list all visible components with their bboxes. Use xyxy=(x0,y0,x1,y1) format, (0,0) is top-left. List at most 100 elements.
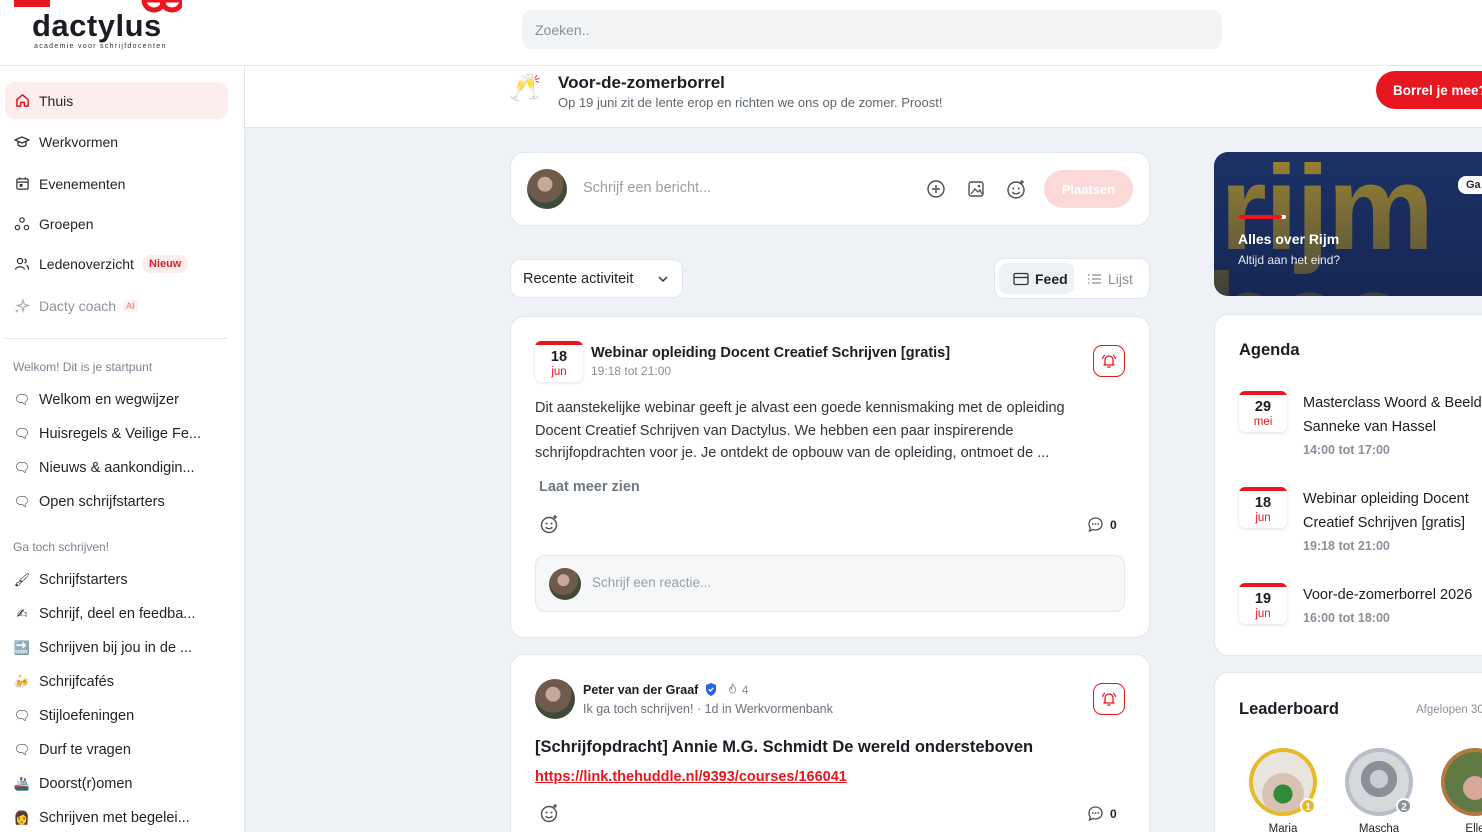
channel-durf-te-vragen[interactable]: 🗨 Durf te vragen xyxy=(13,738,131,762)
bell-icon xyxy=(1101,354,1117,368)
logo-wordmark: dactylus xyxy=(32,8,162,43)
sidebar-item-dacty-coach[interactable]: Dacty coach AI xyxy=(5,287,228,324)
post-composer: Schrijf een bericht... Plaatsen xyxy=(510,152,1150,226)
progress-bar xyxy=(1238,215,1286,219)
featured-course-card[interactable]: rijm bee Ga Alles over Rijm Altijd aan h… xyxy=(1214,152,1482,296)
hero-subtitle: Altijd aan het eind? xyxy=(1238,253,1341,267)
post-title[interactable]: [Schrijfopdracht] Annie M.G. Schmidt De … xyxy=(535,738,1033,757)
agenda-month: jun xyxy=(1255,608,1271,620)
channel-label: Huisregels & Veilige Fe... xyxy=(39,426,201,442)
agenda-item-time: 19:18 tot 21:00 xyxy=(1303,539,1390,553)
feed-view-button[interactable]: Feed xyxy=(999,263,1074,294)
event-post-card: 18 jun Webinar opleiding Docent Creatief… xyxy=(510,316,1150,638)
channel-schrijven-bij-jou[interactable]: 🔜 Schrijven bij jou in de ... xyxy=(13,636,192,660)
leaderboard-name: Mascha xyxy=(1358,823,1400,832)
comment-count: 0 xyxy=(1110,806,1117,821)
channel-huisregels[interactable]: 🗨 Huisregels & Veilige Fe... xyxy=(13,422,201,446)
speech-bubble-icon: 🗨 xyxy=(13,494,31,510)
leaderboard-title: Leaderboard xyxy=(1239,700,1339,718)
channel-label: Schrijfstarters xyxy=(39,572,128,588)
channel-welkom-en-wegwijzer[interactable]: 🗨 Welkom en wegwijzer xyxy=(13,388,179,412)
sidebar-item-thuis[interactable]: Thuis xyxy=(5,82,228,119)
channel-schrijfstarters[interactable]: 🖌 Schrijfstarters xyxy=(13,568,128,592)
rank-badge: 1 xyxy=(1300,798,1316,814)
sidebar-item-label: Groepen xyxy=(39,215,94,232)
agenda-day: 19 xyxy=(1254,591,1272,607)
emoji-icon[interactable] xyxy=(1005,178,1027,200)
hero-title: Alles over Rijm xyxy=(1238,231,1340,247)
image-icon[interactable] xyxy=(965,178,987,200)
leaderboard-avatar[interactable] xyxy=(1441,748,1482,816)
author-name[interactable]: Peter van der Graaf xyxy=(583,683,698,697)
composer-input[interactable]: Schrijf een bericht... xyxy=(583,180,711,196)
comment-count: 0 xyxy=(1110,517,1117,532)
sidebar-item-groepen[interactable]: Groepen xyxy=(5,205,228,242)
post-link[interactable]: https://link.thehuddle.nl/9393/courses/1… xyxy=(535,769,847,785)
hero-chip[interactable]: Ga xyxy=(1458,176,1482,194)
sidebar-item-evenementen[interactable]: Evenementen xyxy=(5,165,228,202)
channel-label: Stijloefeningen xyxy=(39,708,135,724)
add-reaction-icon[interactable] xyxy=(539,803,559,823)
feed-label: Feed xyxy=(1035,270,1068,287)
event-title[interactable]: Webinar opleiding Docent Creatief Schrij… xyxy=(591,345,950,361)
activity-filter-select[interactable]: Recente activiteit xyxy=(510,259,683,298)
list-view-button[interactable]: Lijst xyxy=(1083,263,1145,294)
reply-input[interactable]: Schrijf een reactie... xyxy=(535,555,1125,612)
post-author: Peter van der Graaf 4 xyxy=(583,682,748,697)
reply-placeholder: Schrijf een reactie... xyxy=(592,575,712,590)
add-icon[interactable] xyxy=(925,178,947,200)
writing-hand-icon: ✍ xyxy=(16,606,28,622)
list-label: Lijst xyxy=(1108,270,1133,287)
teacher-icon: 👩 xyxy=(13,810,31,826)
channel-label: Schrijfcafés xyxy=(39,674,114,690)
graduation-cap-icon xyxy=(14,134,30,150)
speech-bubble-icon: 🗨 xyxy=(13,426,31,442)
logo[interactable]: dactylus academie voor schrijfdocenten xyxy=(12,0,192,60)
agenda-day: 18 xyxy=(1254,495,1272,511)
leaderboard-name: Maria xyxy=(1268,823,1298,832)
leaderboard-period[interactable]: Afgelopen 30 dagen xyxy=(1416,704,1482,716)
show-more-link[interactable]: Laat meer zien xyxy=(539,479,640,495)
channel-label: Welkom en wegwijzer xyxy=(39,392,179,408)
leaderboard-widget: Leaderboard Afgelopen 30 dagen 1 Maria 2… xyxy=(1214,672,1482,832)
sidebar-item-label: Evenementen xyxy=(39,175,126,192)
agenda-item-title[interactable]: Masterclass Woord & Beeld Sanneke van Ha… xyxy=(1303,391,1482,439)
channel-label: Durf te vragen xyxy=(39,742,131,758)
add-reaction-icon[interactable] xyxy=(539,514,559,534)
comments-button[interactable]: 0 xyxy=(1087,516,1117,533)
soon-arrow-icon: 🔜 xyxy=(13,640,31,656)
notify-bell-button[interactable] xyxy=(1093,345,1125,377)
section-title-welkom: Welkom! Dit is je startpunt xyxy=(13,360,153,374)
members-icon xyxy=(14,256,30,272)
agenda-item-title[interactable]: Voor-de-zomerborrel 2026 xyxy=(1303,583,1482,607)
channel-doorstromen[interactable]: 🚢 Doorst(r)omen xyxy=(13,772,133,796)
channel-nieuws[interactable]: 🗨 Nieuws & aankondigin... xyxy=(13,456,195,480)
sidebar-item-ledenoverzicht[interactable]: Ledenoverzicht Nieuw xyxy=(5,245,228,282)
banner-cta-button[interactable]: Borrel je mee? xyxy=(1376,71,1482,109)
channel-open-schrijfstarters[interactable]: 🗨 Open schrijfstarters xyxy=(13,490,165,514)
channel-schrijven-met-begeleiding[interactable]: 👩 Schrijven met begelei... xyxy=(13,806,190,830)
avatar[interactable] xyxy=(535,679,575,719)
speech-bubble-icon: 🗨 xyxy=(13,708,31,724)
sidebar: Thuis Werkvormen Evenementen Groepen Led… xyxy=(0,66,245,832)
search-input[interactable] xyxy=(522,10,1222,49)
event-day: 18 xyxy=(550,349,568,365)
agenda-item-title[interactable]: Webinar opleiding Docent Creatief Schrij… xyxy=(1303,487,1482,535)
flame-icon xyxy=(729,682,737,693)
channel-schrijf-deel-feedback[interactable]: ✍ Schrijf, deel en feedba... xyxy=(13,602,196,626)
channel-schrijfcafes[interactable]: 🍻 Schrijfcafés xyxy=(13,670,114,694)
event-month: jun xyxy=(551,366,567,378)
chevron-down-icon xyxy=(658,276,668,283)
post-meta: Ik ga toch schrijven! · 1d in Werkvormen… xyxy=(583,702,833,716)
agenda-title-line: Webinar opleiding Docent xyxy=(1303,491,1469,507)
agenda-item-time: 14:00 tot 17:00 xyxy=(1303,443,1390,457)
comments-button[interactable]: 0 xyxy=(1087,805,1117,822)
sidebar-item-werkvormen[interactable]: Werkvormen xyxy=(5,123,228,160)
agenda-date-badge: 29 mei xyxy=(1239,391,1287,432)
channel-stijloefeningen[interactable]: 🗨 Stijloefeningen xyxy=(13,704,134,728)
notify-bell-button[interactable] xyxy=(1093,683,1125,715)
view-toggle: Feed Lijst xyxy=(994,258,1150,299)
agenda-title-line: Masterclass Woord & Beeld xyxy=(1303,395,1482,411)
channel-label: Nieuws & aankondigin... xyxy=(39,460,195,476)
post-button[interactable]: Plaatsen xyxy=(1044,170,1133,208)
